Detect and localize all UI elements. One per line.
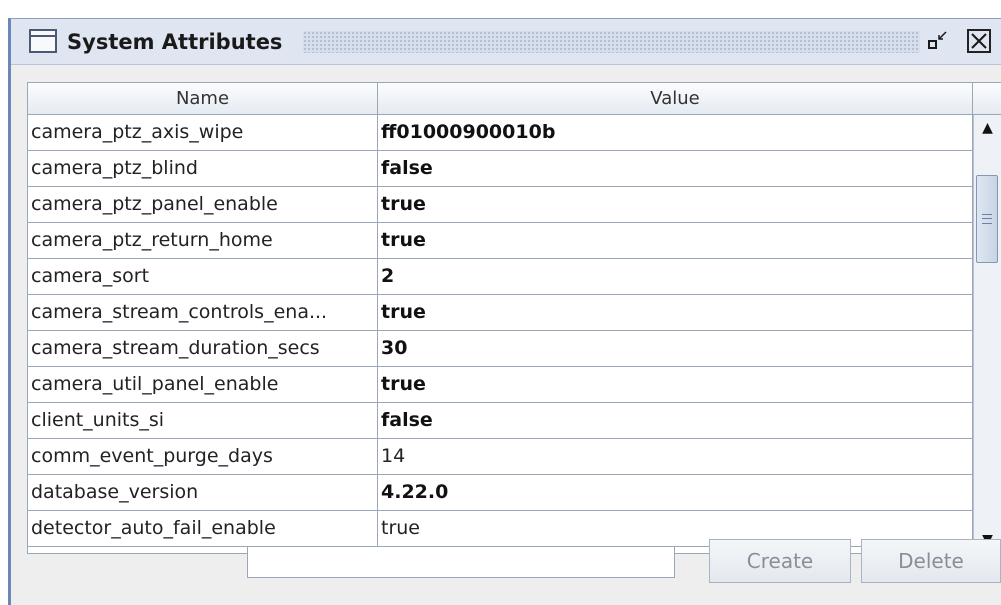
attribute-name-cell[interactable]: comm_event_purge_days <box>28 439 378 475</box>
attribute-name-cell[interactable]: camera_ptz_panel_enable <box>28 187 378 223</box>
attribute-value-cell[interactable]: 2 <box>378 259 973 295</box>
attribute-value-cell[interactable]: 14 <box>378 439 973 475</box>
attribute-value-cell[interactable]: ff01000900010b <box>378 115 973 151</box>
attribute-name-cell[interactable]: camera_sort <box>28 259 378 295</box>
table-row[interactable]: camera_ptz_return_home true <box>28 223 973 259</box>
attribute-name-cell[interactable]: camera_util_panel_enable <box>28 367 378 403</box>
window-title: System Attributes <box>67 30 283 54</box>
table-header: Name Value <box>28 83 973 115</box>
table-body: camera_ptz_axis_wipe ff01000900010b camera… <box>28 115 973 547</box>
header-corner <box>973 83 1001 115</box>
attribute-name-cell[interactable]: camera_stream_controls_ena... <box>28 295 378 331</box>
system-attributes-window: System Attributes Name Value camera_ptz_… <box>8 18 1001 605</box>
table-row[interactable]: camera_util_panel_enable true <box>28 367 973 403</box>
attribute-value-cell[interactable]: true <box>378 223 973 259</box>
scroll-up-icon[interactable]: ▲ <box>974 115 1001 141</box>
attribute-name-cell[interactable]: camera_ptz_return_home <box>28 223 378 259</box>
table-row[interactable]: camera_ptz_blind false <box>28 151 973 187</box>
attribute-value-cell[interactable]: true <box>378 367 973 403</box>
table-row[interactable]: camera_ptz_panel_enable true <box>28 187 973 223</box>
attribute-value-cell[interactable]: 30 <box>378 331 973 367</box>
vertical-scrollbar[interactable]: ▲ ▼ <box>973 115 1001 553</box>
window-icon <box>29 29 57 53</box>
attribute-name-cell[interactable]: detector_auto_fail_enable <box>28 511 378 547</box>
create-button[interactable]: Create <box>709 539 851 583</box>
attribute-value-cell[interactable]: false <box>378 403 973 439</box>
attribute-name-cell[interactable]: client_units_si <box>28 403 378 439</box>
table-row[interactable]: camera_stream_duration_secs 30 <box>28 331 973 367</box>
attribute-name-cell[interactable]: camera_stream_duration_secs <box>28 331 378 367</box>
table-row[interactable]: camera_sort 2 <box>28 259 973 295</box>
close-icon[interactable] <box>967 29 991 53</box>
attribute-name-cell[interactable]: camera_ptz_blind <box>28 151 378 187</box>
column-header-name[interactable]: Name <box>28 83 378 115</box>
attribute-value-cell[interactable]: true <box>378 295 973 331</box>
column-header-value[interactable]: Value <box>378 83 973 115</box>
minimize-icon[interactable] <box>926 29 950 53</box>
table-row[interactable]: camera_stream_controls_ena... true <box>28 295 973 331</box>
attributes-table: Name Value camera_ptz_axis_wipe ff0100090… <box>27 82 1001 554</box>
table-row[interactable]: camera_ptz_axis_wipe ff01000900010b <box>28 115 973 151</box>
delete-button[interactable]: Delete <box>861 539 1001 583</box>
scroll-thumb[interactable] <box>976 175 998 263</box>
attribute-value-cell[interactable]: 4.22.0 <box>378 475 973 511</box>
attribute-name-cell[interactable]: database_version <box>28 475 378 511</box>
table-row[interactable]: client_units_si false <box>28 403 973 439</box>
attribute-value-cell[interactable]: false <box>378 151 973 187</box>
attribute-name-input[interactable] <box>247 546 675 578</box>
table-row[interactable]: database_version 4.22.0 <box>28 475 973 511</box>
title-bar[interactable]: System Attributes <box>11 19 1001 65</box>
table-row[interactable]: comm_event_purge_days 14 <box>28 439 973 475</box>
title-bar-grip[interactable] <box>303 31 920 53</box>
attribute-name-cell[interactable]: camera_ptz_axis_wipe <box>28 115 378 151</box>
attribute-value-cell[interactable]: true <box>378 187 973 223</box>
